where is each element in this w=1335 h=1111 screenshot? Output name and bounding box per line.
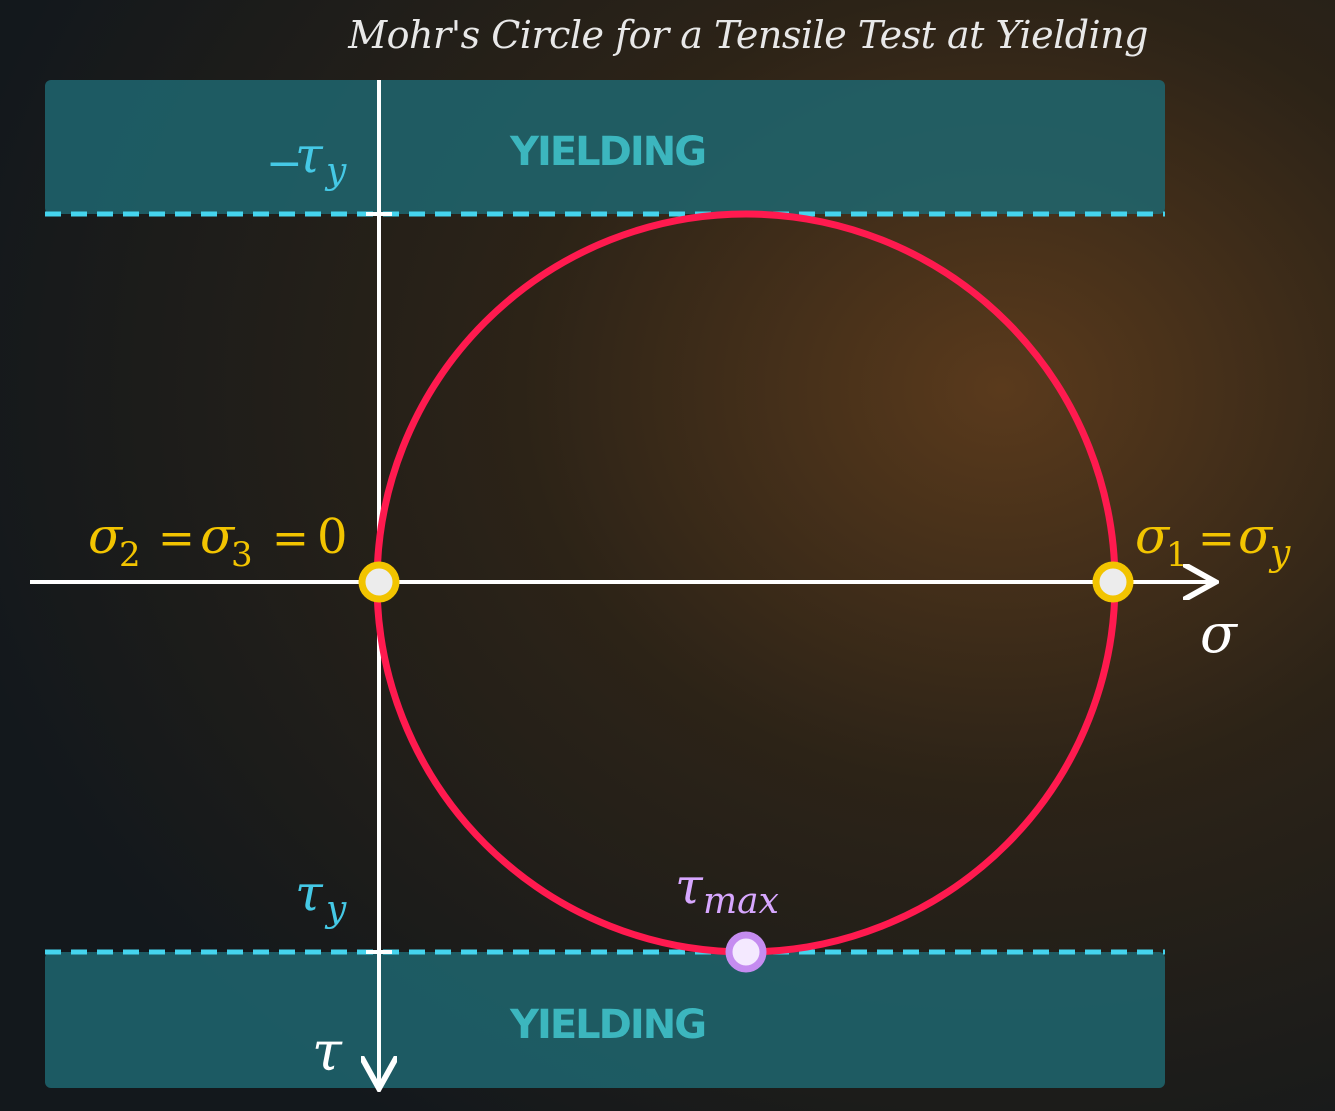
tau-axis-label: τ <box>312 1020 343 1083</box>
diagram-canvas: Mohr's Circle for a Tensile Test at Yiel… <box>0 0 1335 1111</box>
svg-text:σ: σ <box>1238 507 1274 565</box>
svg-text:2: 2 <box>119 535 141 575</box>
point-sigma-2-3 <box>358 561 400 603</box>
svg-text:=: = <box>1198 513 1235 564</box>
point-tau-max <box>725 931 767 973</box>
svg-text:max: max <box>703 881 779 922</box>
svg-text:y: y <box>324 889 347 930</box>
svg-text:τ: τ <box>675 857 704 915</box>
svg-text:τ: τ <box>295 864 324 922</box>
mohr-circle-diagram: Mohr's Circle for a Tensile Test at Yiel… <box>0 0 1335 1111</box>
point-sigma-1 <box>1092 561 1134 603</box>
svg-text:1: 1 <box>1166 535 1188 575</box>
sigma-axis-label: σ <box>1200 602 1239 665</box>
svg-text:y: y <box>324 151 347 192</box>
svg-text:τ: τ <box>295 126 324 184</box>
svg-text:y: y <box>1268 533 1291 574</box>
yield-band-bottom-label: YIELDING <box>509 1002 705 1048</box>
yield-band-top-label: YIELDING <box>509 129 705 175</box>
svg-text:0: 0 <box>317 509 348 565</box>
svg-text:3: 3 <box>231 535 253 575</box>
svg-text:=: = <box>272 513 309 564</box>
svg-text:=: = <box>158 513 195 564</box>
diagram-title: Mohr's Circle for a Tensile Test at Yiel… <box>347 13 1148 57</box>
